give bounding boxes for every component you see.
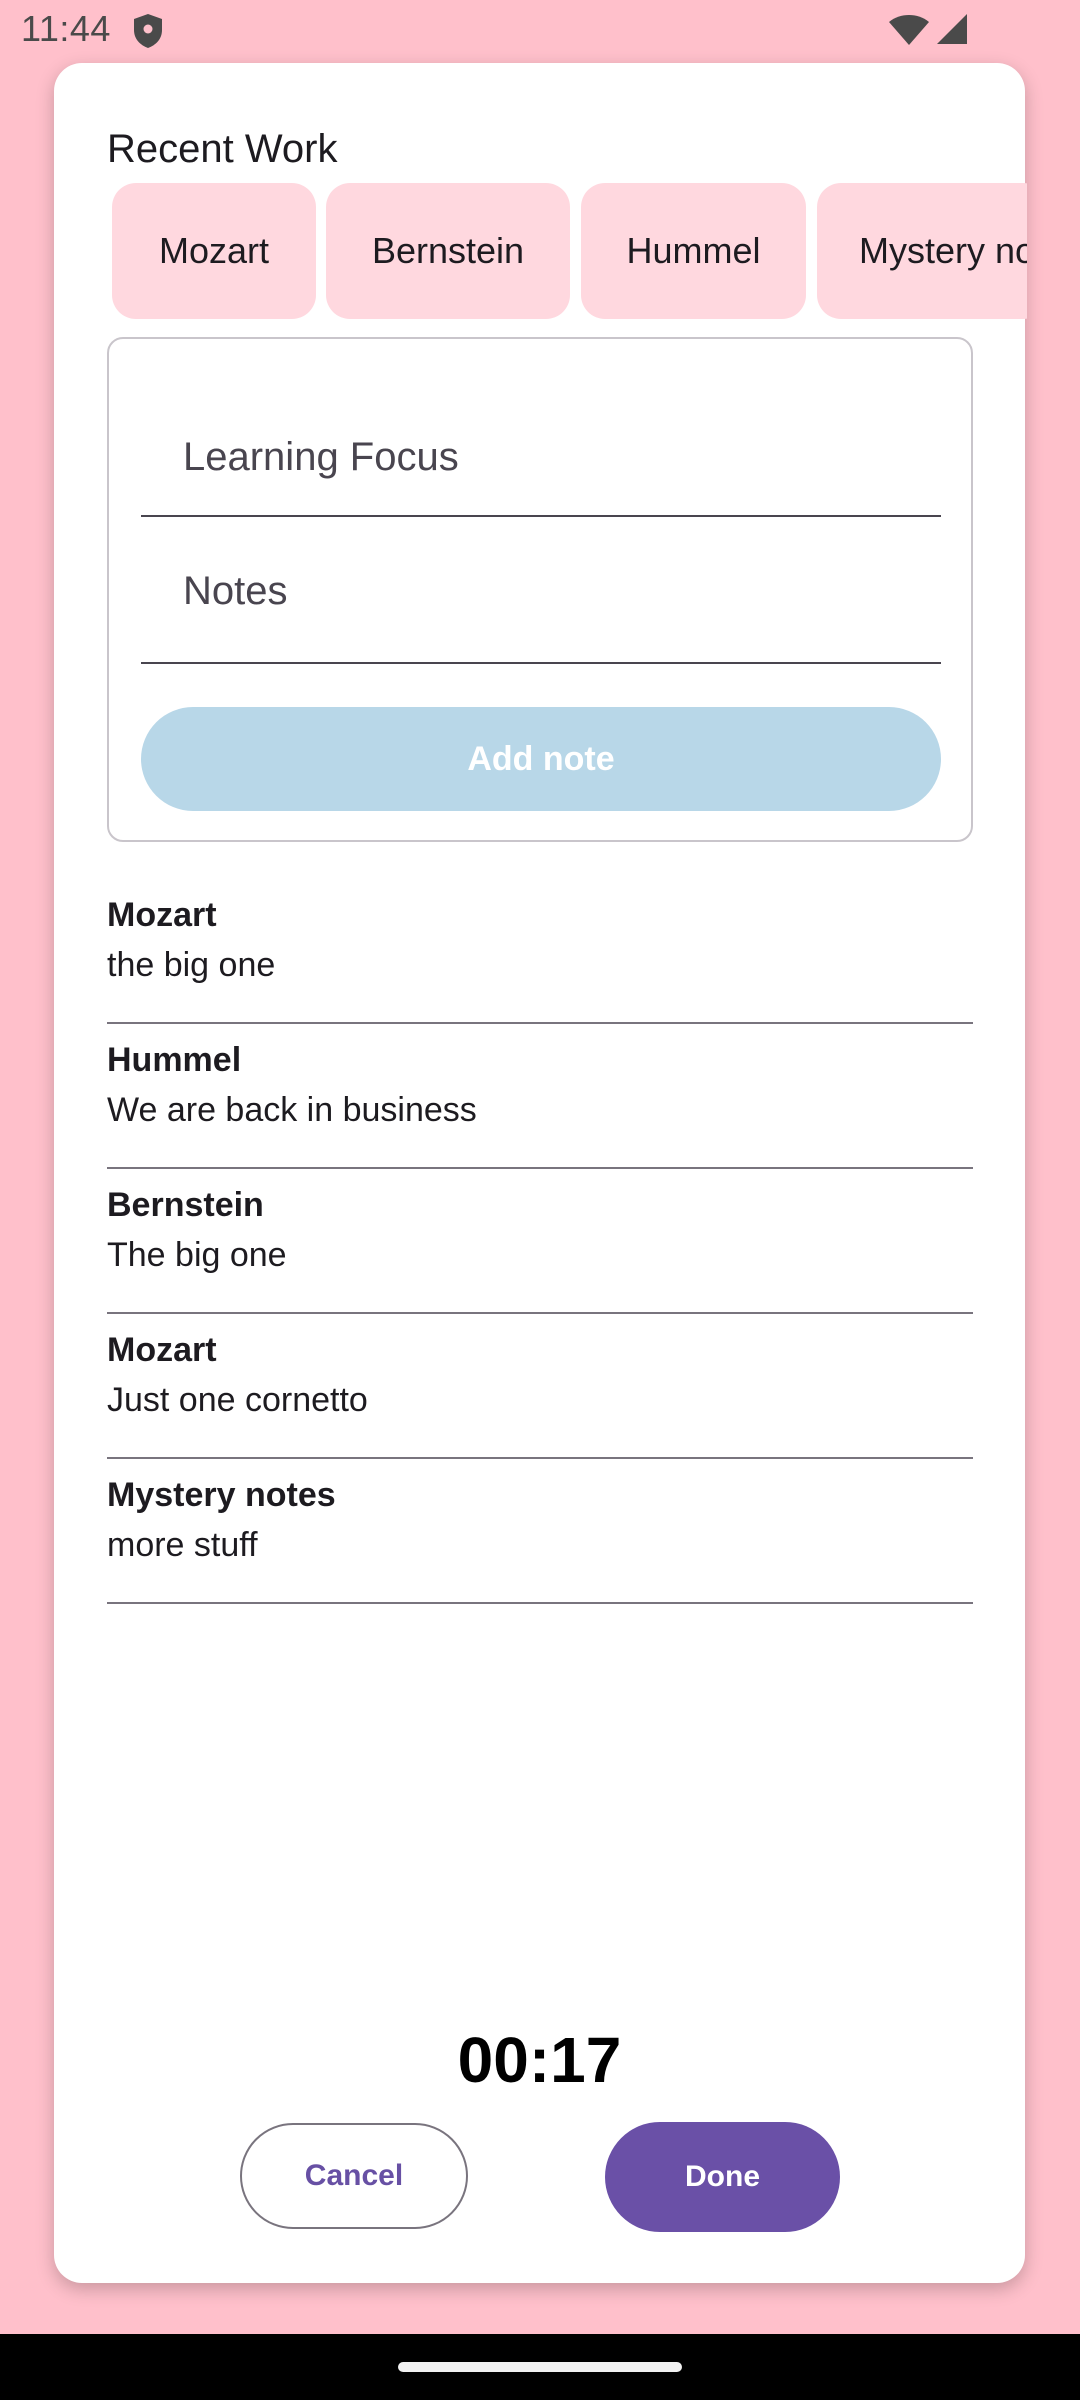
learning-focus-placeholder: Learning Focus xyxy=(183,435,459,479)
navigation-bar xyxy=(0,2334,1080,2400)
done-button[interactable]: Done xyxy=(605,2122,840,2232)
home-indicator[interactable] xyxy=(398,2362,682,2372)
note-body: We are back in business xyxy=(107,1091,477,1129)
shield-icon xyxy=(134,14,162,48)
recent-work-chips[interactable]: Mozart Bernstein Hummel Mystery notes xyxy=(107,183,1027,323)
chip-mozart[interactable]: Mozart xyxy=(112,183,316,319)
chip-bernstein[interactable]: Bernstein xyxy=(326,183,570,319)
chip-hummel[interactable]: Hummel xyxy=(581,183,806,319)
cancel-button[interactable]: Cancel xyxy=(240,2123,468,2229)
note-title: Mozart xyxy=(107,896,217,934)
note-body: The big one xyxy=(107,1236,287,1274)
note-body: Just one cornetto xyxy=(107,1381,368,1419)
note-title: Hummel xyxy=(107,1041,242,1079)
learning-focus-field[interactable]: Learning Focus xyxy=(141,353,941,517)
list-item[interactable]: Mozart Just one cornetto xyxy=(107,1314,973,1459)
list-item[interactable]: Mozart the big one xyxy=(107,879,973,1024)
recent-work-title: Recent Work xyxy=(107,127,338,171)
list-item[interactable]: Mystery notes more stuff xyxy=(107,1459,973,1604)
signal-icon xyxy=(937,14,967,44)
add-note-button[interactable]: Add note xyxy=(141,707,941,811)
note-body: more stuff xyxy=(107,1526,258,1564)
notes-placeholder: Notes xyxy=(183,569,288,613)
status-bar: 11:44 xyxy=(0,0,1080,60)
chip-mystery-notes[interactable]: Mystery notes xyxy=(817,183,1027,319)
practice-session-dialog: Recent Work Mozart Bernstein Hummel Myst… xyxy=(54,63,1027,2283)
list-item[interactable]: Hummel We are back in business xyxy=(107,1024,973,1169)
notes-field[interactable]: Notes xyxy=(141,517,941,664)
note-title: Mozart xyxy=(107,1331,217,1369)
list-item[interactable]: Bernstein The big one xyxy=(107,1169,973,1314)
wifi-icon xyxy=(889,15,929,45)
note-body: the big one xyxy=(107,946,276,984)
status-time: 11:44 xyxy=(21,8,111,49)
note-form: Learning Focus Notes Add note xyxy=(107,337,973,842)
note-title: Bernstein xyxy=(107,1186,264,1224)
notes-list: Mozart the big one Hummel We are back in… xyxy=(107,879,973,1604)
session-timer: 00:17 xyxy=(457,2024,622,2096)
note-title: Mystery notes xyxy=(107,1476,336,1514)
